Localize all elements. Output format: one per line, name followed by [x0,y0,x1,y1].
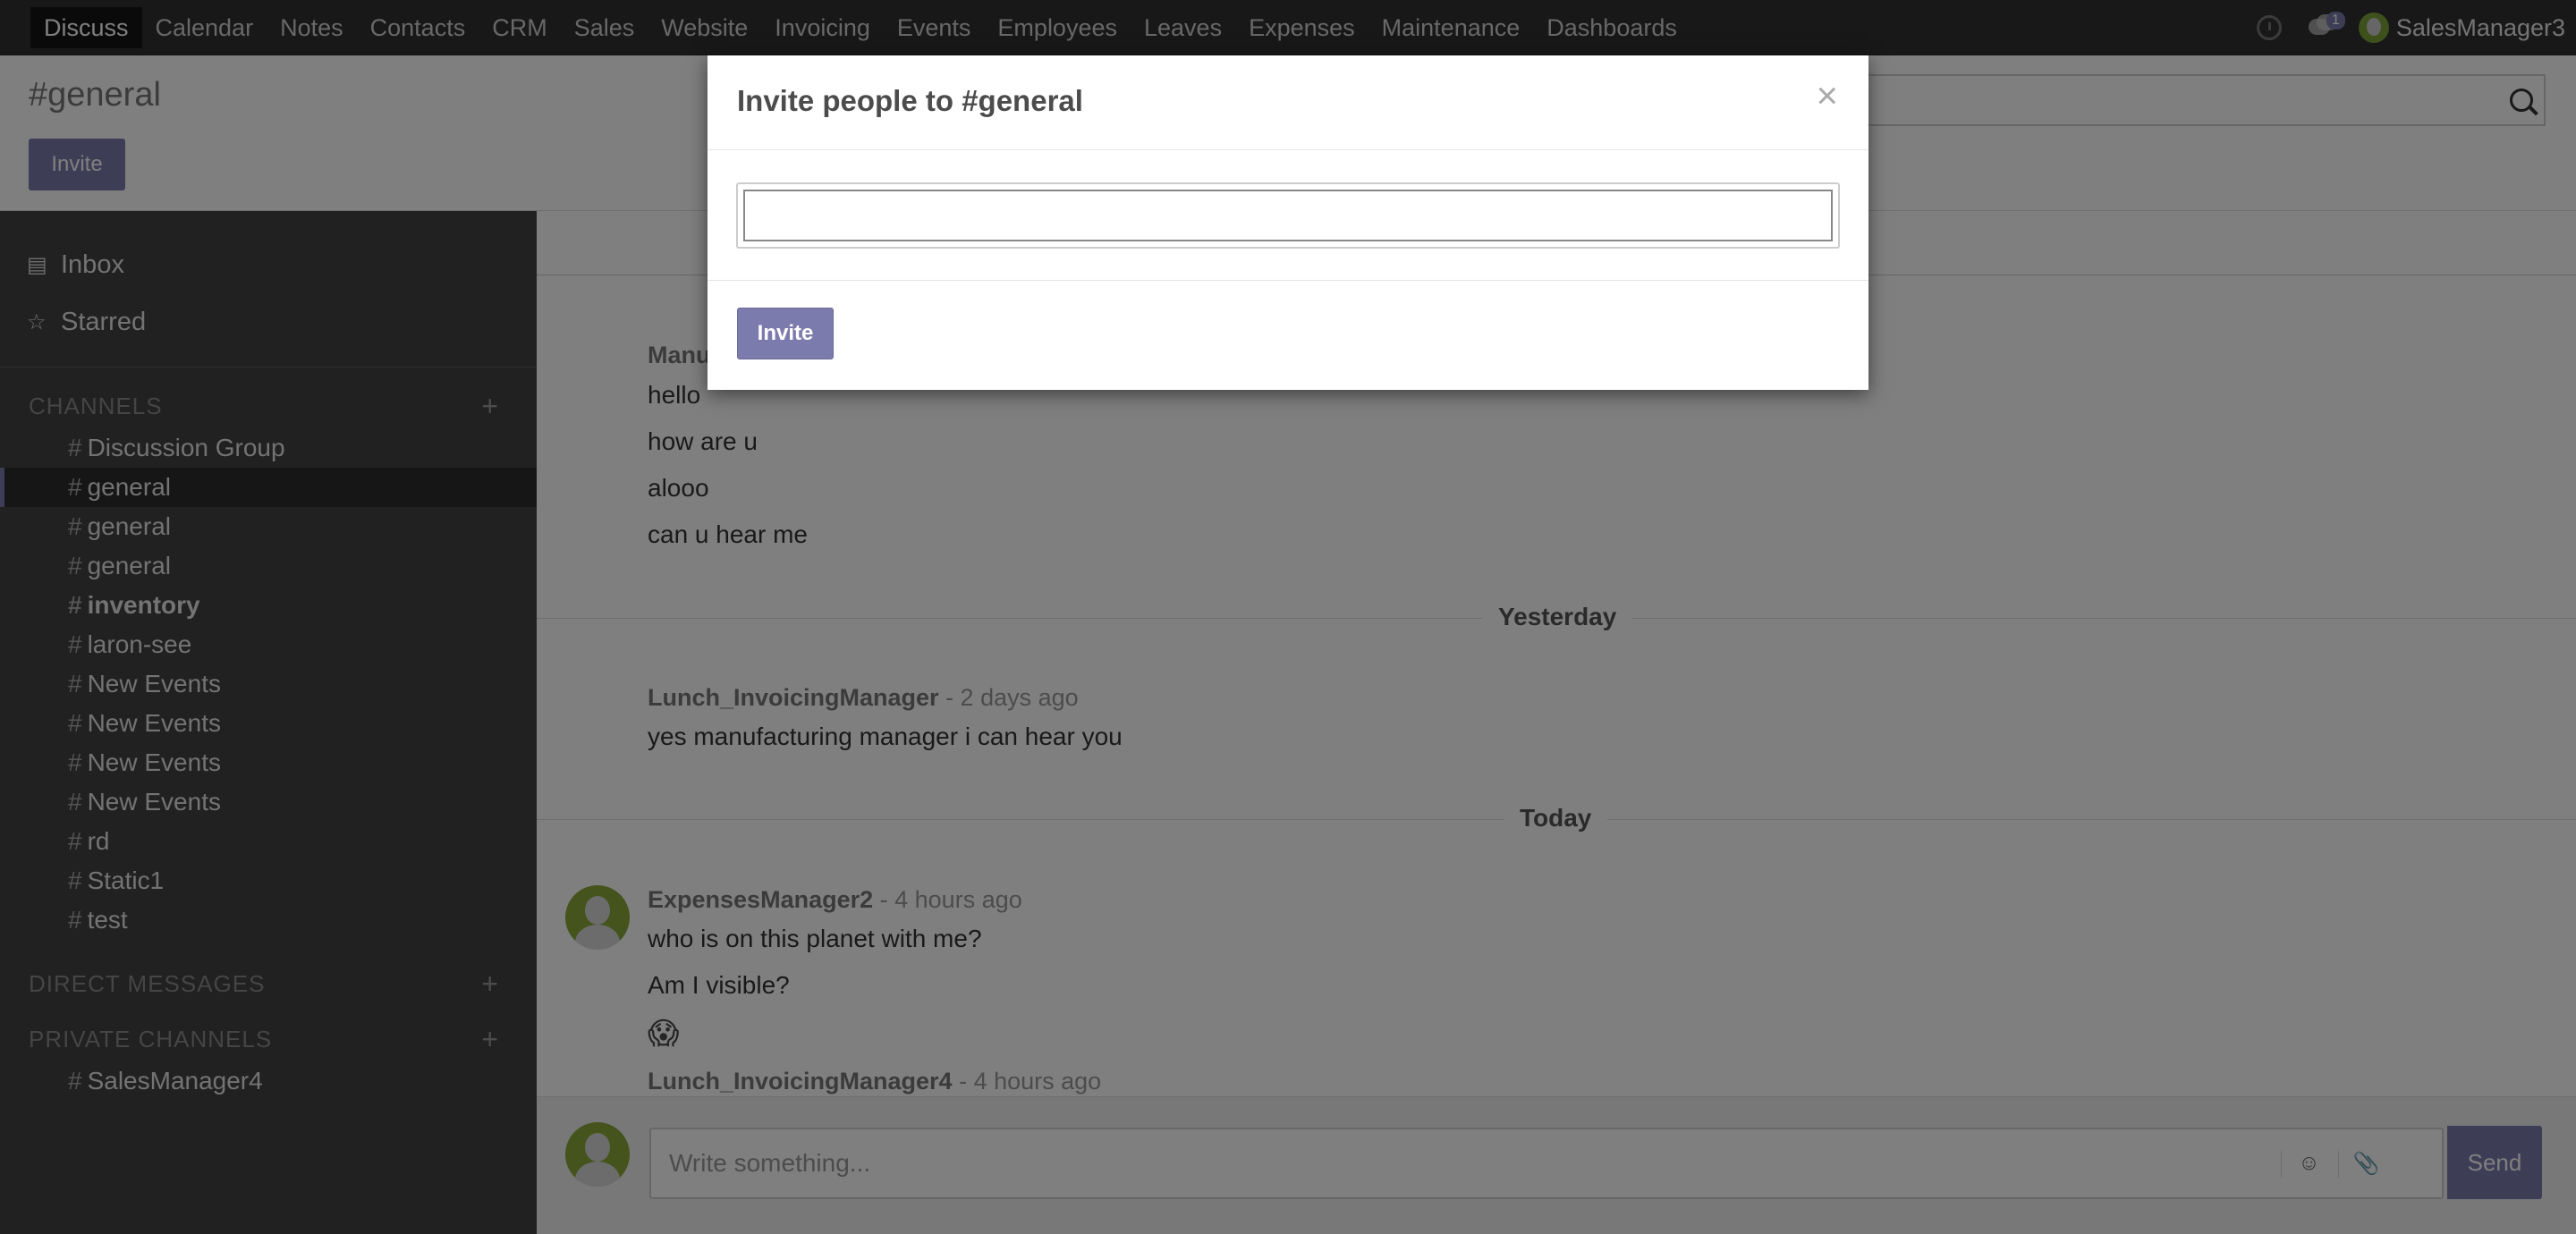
close-icon[interactable]: × [1816,77,1838,114]
dialog-title: Invite people to #general [737,84,1083,117]
dialog-body [708,150,1868,281]
partner-select-field[interactable] [736,182,1840,249]
dialog-header: Invite people to #general × [708,55,1868,150]
invite-dialog: Invite people to #general × Invite [708,55,1868,390]
dialog-invite-button[interactable]: Invite [737,308,834,359]
partner-input[interactable] [743,190,1833,241]
